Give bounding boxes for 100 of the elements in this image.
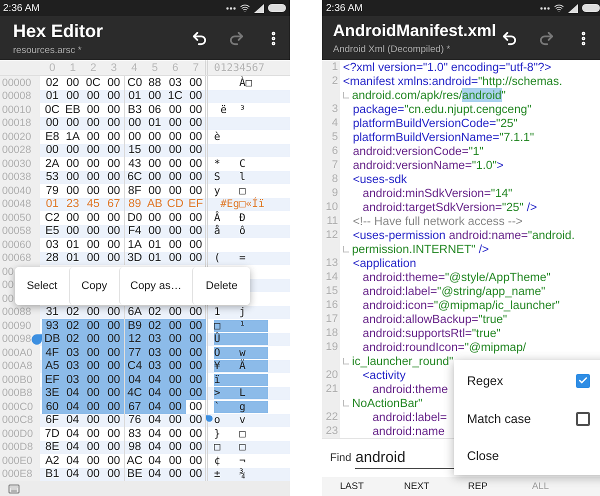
- code-line: android:theme: [371, 382, 448, 396]
- row-offset: 00030: [2, 158, 32, 170]
- code-line: android:label="@string/app_name": [362, 284, 546, 298]
- column-header: 2: [89, 60, 98, 75]
- code-line: NoActionBar": [351, 396, 422, 410]
- row-offset: 00038: [2, 171, 32, 184]
- file-title: AndroidManifest.xml: [333, 22, 498, 40]
- line-number: 22: [326, 411, 338, 423]
- code-line: permission.INTERNET" />: [351, 242, 489, 256]
- line-number: 7: [332, 159, 338, 171]
- row-offset: 00010: [2, 104, 32, 116]
- code-line: package="cn.edu.njupt.cengceng": [352, 102, 532, 116]
- line-number: 11: [326, 215, 338, 227]
- line-number: 1: [332, 61, 338, 73]
- file-type: Android Xml (Decompiled) *: [333, 44, 452, 54]
- row-offset: 00050: [2, 212, 32, 224]
- code-line: <activity: [362, 368, 406, 382]
- line-number: 13: [326, 257, 338, 269]
- row-offset: 00008: [2, 90, 32, 102]
- ascii-header: 01234567: [214, 62, 265, 74]
- ascii-text: ¢ ¬: [214, 454, 246, 467]
- ascii-text: è: [214, 130, 220, 143]
- row-offset: 000D8: [2, 441, 33, 454]
- column-header: 1: [68, 60, 77, 75]
- row-offset: 00090: [2, 320, 32, 332]
- row-offset: 00: [2, 292, 14, 305]
- ascii-text: À□: [238, 76, 252, 89]
- row-offset: 00098: [2, 333, 32, 346]
- ascii-text: ï: [214, 374, 268, 386]
- line-number: 15: [326, 285, 338, 297]
- line-number: 3: [332, 103, 338, 115]
- code-line: <application: [352, 256, 416, 270]
- column-header: 0: [48, 60, 56, 75]
- find-label: Find: [330, 452, 352, 464]
- ascii-text: Â Ð: [214, 212, 246, 224]
- ascii-text: ` g: [214, 400, 268, 413]
- line-number: 10: [326, 201, 338, 213]
- code-line: <!-- Have full network access -->: [352, 214, 523, 228]
- ascii-text: ë ³: [219, 104, 246, 116]
- code-line: android:theme="@style/AppTheme": [362, 270, 551, 284]
- column-header: 3: [110, 60, 118, 75]
- line-number: 6: [332, 145, 338, 157]
- code-line: ic_launcher_round": [351, 354, 454, 368]
- row-offset: 00060: [2, 238, 32, 251]
- ascii-text: □ □: [214, 441, 246, 454]
- row-offset: 00028: [2, 144, 32, 156]
- ascii-text: ( =: [214, 252, 246, 264]
- line-number: 20: [326, 369, 338, 381]
- status-time: 2:36 AM: [3, 2, 40, 14]
- code-line: android:supportsRtl="true": [362, 326, 501, 340]
- column-header: 7: [192, 60, 200, 75]
- row-offset: 000A0: [2, 346, 32, 359]
- code-line: android:versionCode="1": [352, 144, 484, 158]
- code-line: android:name: [371, 424, 445, 438]
- code-line: platformBuildVersionName="7.1.1": [352, 130, 534, 144]
- row-offset: 000B8: [2, 387, 32, 400]
- line-number: 16: [326, 299, 338, 311]
- code-line: <uses-permission android:name="android.: [352, 228, 575, 242]
- row-offset: 000A8: [2, 360, 32, 372]
- row-offset: 000D0: [2, 428, 33, 440]
- row-offset: 000E8: [2, 468, 32, 480]
- row-offset: 00058: [2, 225, 32, 238]
- ascii-text: ¥ Ä: [214, 360, 268, 372]
- row-offset: 00018: [2, 117, 32, 130]
- code-line: android:label=: [371, 410, 447, 424]
- row-offset: 00: [2, 266, 14, 278]
- ascii-text: O w: [214, 346, 268, 359]
- line-number: 23: [326, 425, 338, 437]
- code-line: <uses-sdk: [352, 172, 407, 186]
- line-number: 2: [332, 75, 338, 87]
- status-time: 2:36 AM: [326, 2, 363, 14]
- file-name: resources.arsc *: [13, 44, 83, 56]
- app-title: Hex Editor: [13, 20, 104, 42]
- line-number: 12: [326, 229, 338, 241]
- code-line: android:minSdkVersion="14": [362, 186, 512, 200]
- row-offset: 000E0: [2, 454, 32, 467]
- row-offset: 00000: [2, 76, 32, 89]
- line-number: 21: [326, 383, 338, 395]
- line-number: 8: [332, 173, 338, 185]
- code-line: android:icon="@mipmap/ic_launcher": [362, 298, 560, 312]
- ascii-text: 1 j: [214, 306, 246, 318]
- line-number: 4: [332, 117, 338, 129]
- code-line: android:roundIcon="@mipmap/: [362, 340, 526, 354]
- row-offset: 00: [2, 279, 14, 292]
- line-number: 14: [326, 271, 338, 283]
- ascii-text: ± ¾: [214, 468, 246, 480]
- ascii-text: * C: [214, 158, 246, 170]
- column-header: 6: [171, 60, 180, 75]
- row-offset: 000C8: [2, 414, 33, 426]
- code-line: android.com/apk/res/android": [351, 88, 506, 102]
- code-line: android:targetSdkVersion="25" />: [362, 200, 537, 214]
- code-line: <manifest xmlns:android="http://schemas.: [342, 74, 562, 88]
- code-line: <?xml version="1.0" encoding="utf-8"?>: [342, 60, 552, 74]
- line-number: 9: [332, 187, 338, 199]
- code-line: platformBuildVersionCode="25": [352, 116, 518, 130]
- row-offset: 00048: [2, 198, 32, 210]
- row-offset: 000B0: [2, 374, 32, 386]
- ascii-text: > L: [214, 387, 268, 400]
- ascii-text: y □: [214, 184, 246, 197]
- code-line: android:versionName="1.0">: [352, 158, 504, 172]
